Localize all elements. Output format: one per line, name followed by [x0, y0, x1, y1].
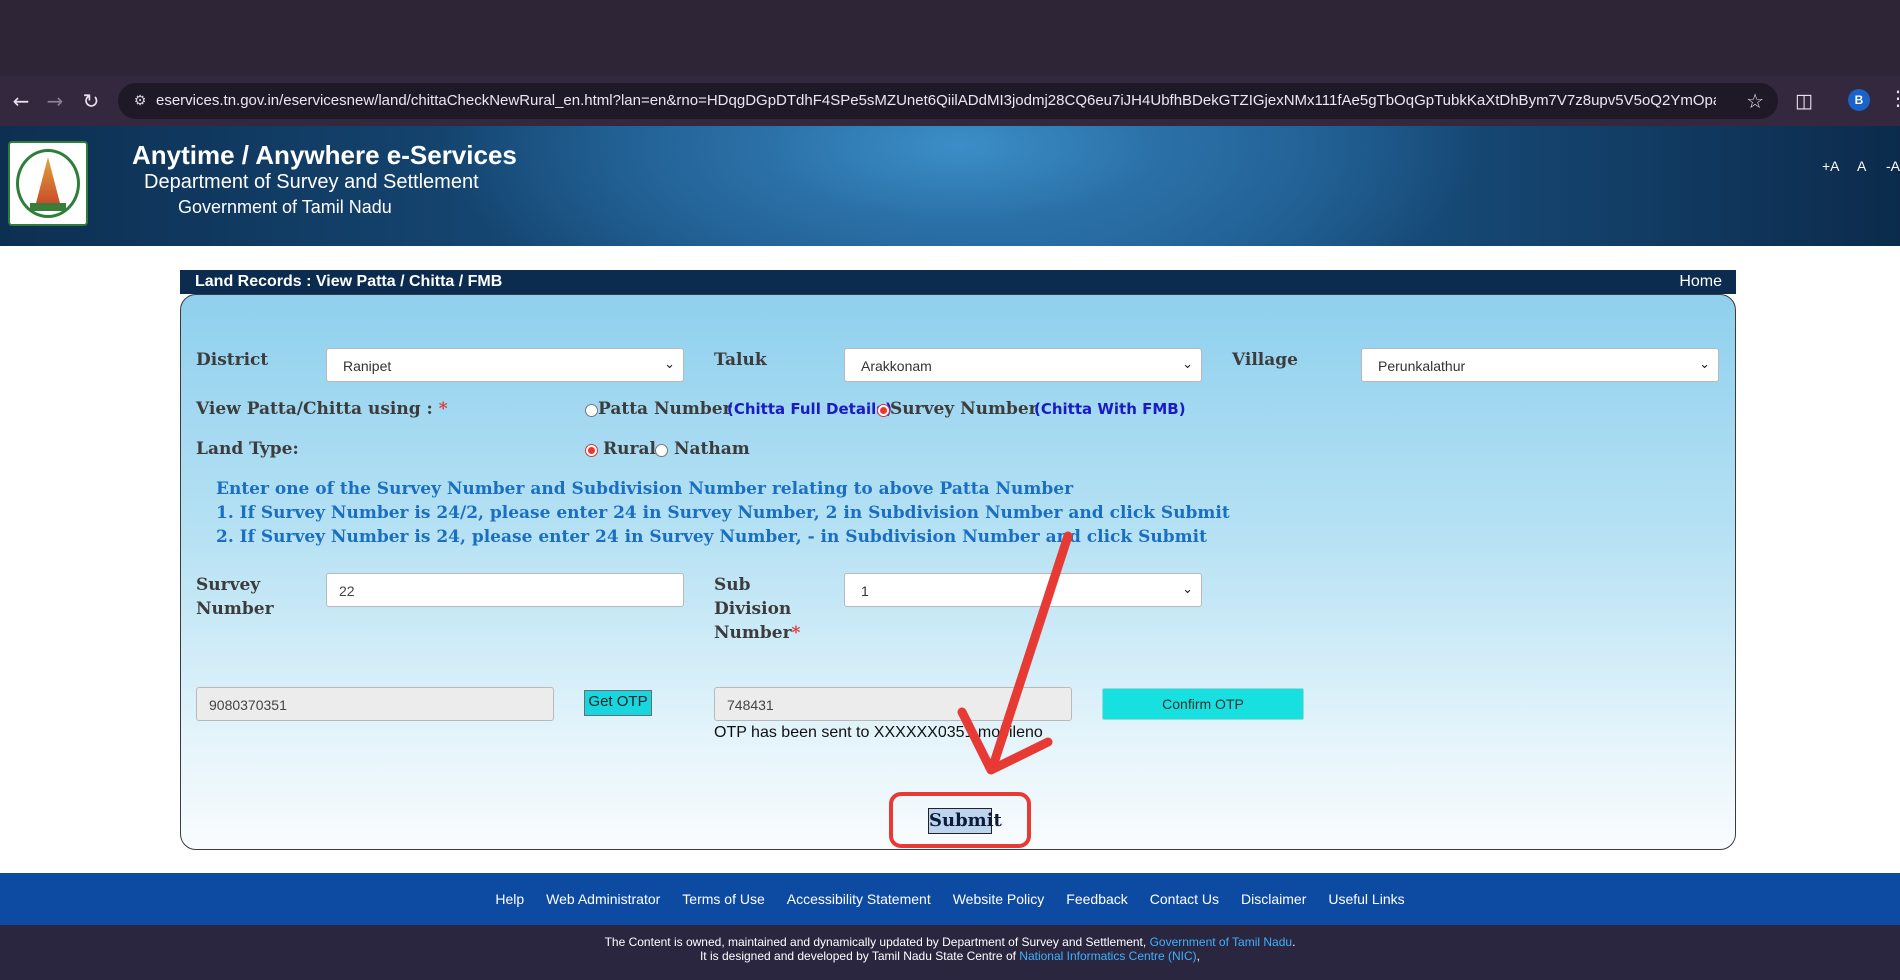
- font-decrease-button[interactable]: -A: [1886, 157, 1900, 175]
- instruction-example-1: 1. If Survey Number is 24/2, please ente…: [216, 503, 1230, 523]
- subdivision-number-label: Sub Division Number*: [714, 575, 801, 643]
- chevron-down-icon: ⌄: [1699, 357, 1710, 372]
- survey-number-radio[interactable]: [877, 404, 890, 417]
- confirm-otp-button[interactable]: Confirm OTP: [1102, 688, 1304, 720]
- district-label: District: [196, 350, 269, 370]
- forward-icon[interactable]: →: [40, 86, 70, 116]
- taluk-select[interactable]: Arakkonam ⌄: [844, 348, 1202, 382]
- government-name: Government of Tamil Nadu: [178, 197, 392, 217]
- footer-link-disclaimer[interactable]: Disclaimer: [1230, 890, 1317, 908]
- instruction-intro: Enter one of the Survey Number and Subdi…: [216, 479, 1074, 499]
- footer-link-web-administrator[interactable]: Web Administrator: [535, 890, 671, 908]
- breadcrumb: Land Records : View Patta / Chitta / FMB…: [180, 270, 1736, 294]
- district-select[interactable]: Ranipet ⌄: [326, 348, 684, 382]
- footer-links-bar: Help Web Administrator Terms of Use Accessi…: [0, 873, 1900, 925]
- chevron-down-icon: ⌄: [1182, 582, 1193, 597]
- survey-number-label: Survey Number: [196, 575, 274, 619]
- taluk-label: Taluk: [714, 350, 767, 370]
- otp-input[interactable]: 748431: [714, 687, 1072, 721]
- village-label: Village: [1232, 350, 1298, 370]
- footer-design-line: It is designed and developed by Tamil Na…: [699, 949, 1201, 963]
- footer-link-website-policy[interactable]: Website Policy: [942, 890, 1056, 908]
- footer-content-line: The Content is owned, maintained and dyn…: [604, 935, 1296, 949]
- reload-icon[interactable]: ↻: [76, 86, 106, 116]
- gov-tn-link[interactable]: Government of Tamil Nadu: [1150, 935, 1293, 949]
- site-title: Anytime / Anywhere e-Services: [132, 140, 517, 170]
- survey-number-input[interactable]: 22: [326, 573, 684, 607]
- bookmark-star-icon[interactable]: ☆: [1746, 89, 1764, 113]
- footer-link-contact-us[interactable]: Contact Us: [1139, 890, 1230, 908]
- nic-link[interactable]: National Informatics Centre (NIC): [1019, 949, 1196, 963]
- patta-number-radio[interactable]: [585, 404, 598, 417]
- footer-link-help[interactable]: Help: [484, 890, 535, 908]
- profile-avatar[interactable]: B: [1848, 89, 1870, 111]
- village-select[interactable]: Perunkalathur ⌄: [1361, 348, 1719, 382]
- department-name: Department of Survey and Settlement: [144, 171, 479, 193]
- font-normal-button[interactable]: A: [1857, 157, 1866, 175]
- footer-link-terms-of-use[interactable]: Terms of Use: [671, 890, 775, 908]
- natham-option: Natham: [674, 439, 750, 459]
- font-increase-button[interactable]: +A: [1822, 157, 1840, 175]
- view-using-label: View Patta/Chitta using : *: [196, 399, 448, 419]
- patta-number-option: Patta Number: [598, 399, 732, 419]
- chevron-down-icon: ⌄: [1182, 357, 1193, 372]
- footer-link-useful-links[interactable]: Useful Links: [1317, 890, 1415, 908]
- site-info-icon[interactable]: ⚙: [130, 91, 150, 111]
- browser-tab-strip: [0, 0, 1900, 76]
- mobile-number-input[interactable]: 9080370351: [196, 687, 554, 721]
- land-type-label: Land Type:: [196, 439, 299, 459]
- menu-icon[interactable]: ⋮: [1888, 86, 1900, 110]
- rural-radio[interactable]: [585, 444, 598, 457]
- survey-number-note: (Chitta With FMB): [1034, 400, 1186, 418]
- footer-link-accessibility-statement[interactable]: Accessibility Statement: [776, 890, 942, 908]
- submit-highlight-box: [889, 792, 1031, 848]
- instruction-example-2: 2. If Survey Number is 24, please enter …: [216, 527, 1207, 547]
- subdivision-number-select[interactable]: 1 ⌄: [844, 573, 1202, 607]
- rural-option: Rural: [603, 439, 656, 459]
- chevron-down-icon: ⌄: [664, 357, 675, 372]
- natham-radio[interactable]: [655, 444, 668, 457]
- address-bar[interactable]: ⚙ eservices.tn.gov.in/eservicesnew/land/…: [118, 83, 1778, 119]
- otp-sent-message: OTP has been sent to XXXXXX0351 mobileno: [714, 724, 1043, 741]
- get-otp-button[interactable]: Get OTP: [584, 690, 652, 716]
- patta-number-note: (Chitta Full Details): [727, 400, 893, 418]
- page-title: Land Records : View Patta / Chitta / FMB: [195, 273, 503, 290]
- url-text[interactable]: eservices.tn.gov.in/eservicesnew/land/ch…: [156, 92, 1716, 110]
- survey-number-option: Survey Number: [890, 399, 1038, 419]
- extensions-icon[interactable]: ◫: [1795, 88, 1813, 114]
- footer-link-feedback[interactable]: Feedback: [1055, 890, 1138, 908]
- tamil-nadu-emblem-logo: [8, 141, 88, 226]
- footer-info: The Content is owned, maintained and dyn…: [0, 925, 1900, 980]
- home-link[interactable]: Home: [1679, 273, 1722, 291]
- back-icon[interactable]: ←: [6, 86, 36, 116]
